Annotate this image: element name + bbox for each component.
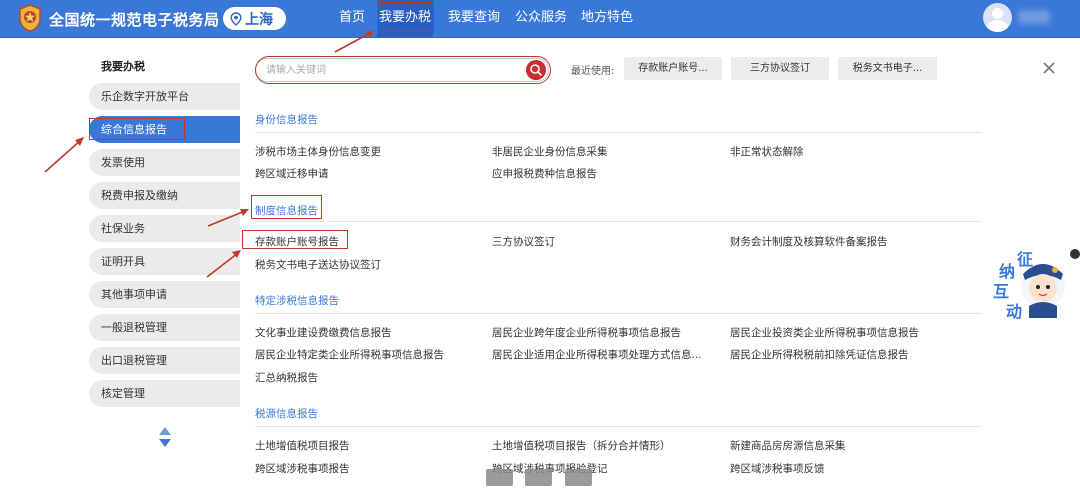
link-cross-year-income-tax[interactable]: 居民企业跨年度企业所得税事项信息报告 (492, 325, 681, 340)
annotation-box-link (242, 230, 348, 249)
annotation-box-section (251, 195, 322, 219)
link-processing-method[interactable]: 居民企业适用企业所得税事项处理方式信息... (492, 347, 702, 362)
location-pin-icon (230, 11, 242, 26)
link-cross-region-report[interactable]: 跨区域涉税事项报告 (255, 461, 350, 476)
section-divider (255, 221, 982, 222)
link-land-vat-split-merge[interactable]: 土地增值税项目报告（拆分合并情形） (492, 438, 671, 453)
section-title-identity: 身份信息报告 (255, 114, 318, 126)
annotation-arrow-section (207, 209, 249, 227)
location-label: 上海 (245, 11, 273, 28)
nav-query[interactable]: 我要查询 (448, 0, 500, 37)
link-culture-fee[interactable]: 文化事业建设费缴费信息报告 (255, 325, 392, 340)
section-divider (255, 313, 982, 314)
tax-emblem-logo[interactable] (16, 3, 44, 33)
annotation-box-search (255, 56, 551, 84)
recent-chip-tripartite[interactable]: 三方协议签订 (731, 57, 829, 80)
mascot-char-4: 动 (1006, 302, 1023, 321)
annotation-box-sidebar (89, 118, 185, 140)
sidebar-item-refund[interactable]: 一般退税管理 (89, 314, 240, 341)
link-entity-info-change[interactable]: 涉税市场主体身份信息变更 (255, 144, 381, 159)
recent-used-label: 最近使用: (571, 66, 615, 77)
section-title-tax-source: 税源信息报告 (255, 408, 318, 420)
overlay-fit-button[interactable] (486, 469, 513, 486)
annotation-arrow-link (206, 250, 241, 278)
link-investment-income-tax[interactable]: 居民企业投资类企业所得税事项信息报告 (730, 325, 919, 340)
annotation-arrow-sidebar (44, 137, 84, 173)
top-header: 全国统一规范电子税务局 上海 首页 我要办税 我要查询 公众服务 地方特色 (0, 0, 1080, 38)
nav-local-features[interactable]: 地方特色 (581, 0, 633, 37)
close-icon[interactable] (1041, 60, 1057, 76)
sidebar-item-export-refund[interactable]: 出口退税管理 (89, 347, 240, 374)
annotation-box-nav (377, 2, 434, 32)
section-divider (255, 426, 982, 427)
mascot-char-1: 征 (1017, 250, 1034, 269)
recent-chip-account[interactable]: 存款账户账号... (624, 57, 722, 80)
recent-chip-e-document[interactable]: 税务文书电子... (838, 57, 937, 80)
sidebar-item-invoice[interactable]: 发票使用 (89, 149, 240, 176)
username-redacted (1018, 10, 1050, 24)
sidebar-item-leqi-platform[interactable]: 乐企数字开放平台 (89, 83, 240, 110)
section-divider (255, 132, 982, 133)
link-cross-region-migration[interactable]: 跨区域迁移申请 (255, 166, 329, 181)
sidebar-scroll-icon[interactable] (158, 426, 172, 448)
link-deduction-voucher[interactable]: 居民企业所得税税前扣除凭证信息报告 (730, 347, 909, 362)
link-accounting-software[interactable]: 财务会计制度及核算软件备案报告 (730, 234, 888, 249)
link-abnormal-status[interactable]: 非正常状态解除 (730, 144, 804, 159)
link-specific-income-tax[interactable]: 居民企业特定类企业所得税事项信息报告 (255, 347, 444, 362)
link-e-document-agreement[interactable]: 税务文书电子送达协议签订 (255, 257, 381, 272)
sidebar-item-assessment[interactable]: 核定管理 (89, 380, 240, 407)
sidebar-title: 我要办税 (101, 60, 145, 73)
link-new-housing-info[interactable]: 新建商品房房源信息采集 (730, 438, 846, 453)
section-title-specific: 特定涉税信息报告 (255, 295, 339, 307)
nav-public-service[interactable]: 公众服务 (515, 0, 567, 37)
sidebar-item-other-request[interactable]: 其他事项申请 (89, 281, 240, 308)
annotation-arrow-nav (334, 31, 374, 53)
site-title: 全国统一规范电子税务局 (49, 11, 220, 29)
link-consolidated-report[interactable]: 汇总纳税报告 (255, 370, 318, 385)
link-tripartite-agreement[interactable]: 三方协议签订 (492, 234, 555, 249)
overlay-fullscreen-button[interactable] (525, 469, 552, 486)
link-cross-region-feedback[interactable]: 跨区域涉税事项反馈 (730, 461, 825, 476)
link-tax-type-report[interactable]: 应申报税费种信息报告 (492, 166, 597, 181)
link-land-vat-project[interactable]: 土地增值税项目报告 (255, 438, 350, 453)
link-nonresident-info[interactable]: 非居民企业身份信息采集 (492, 144, 608, 159)
location-selector[interactable]: 上海 (223, 7, 286, 30)
overlay-export-button[interactable] (565, 469, 592, 486)
user-avatar[interactable] (983, 3, 1012, 32)
